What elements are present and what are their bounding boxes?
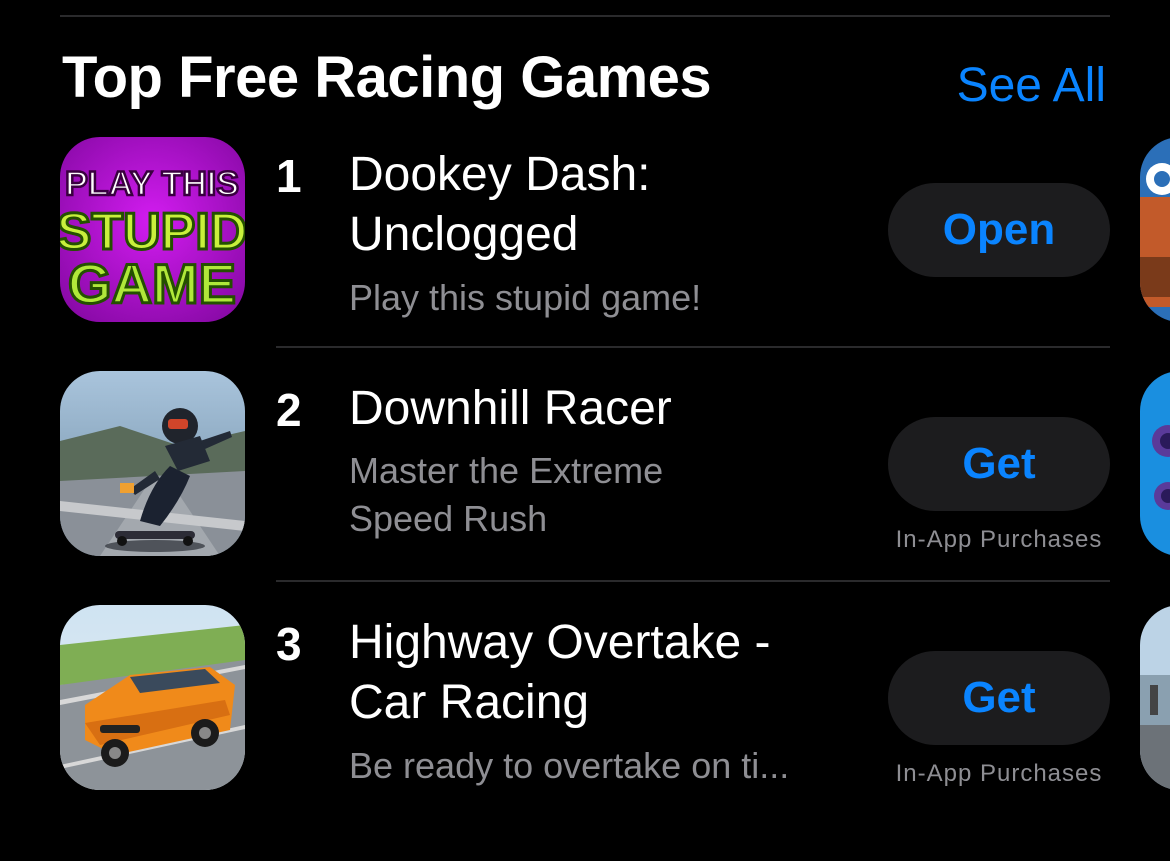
top-divider: [60, 15, 1110, 17]
rank-number: 2: [276, 384, 302, 436]
app-subtitle: Play this stupid game!: [349, 277, 702, 318]
row-divider: [276, 580, 1110, 582]
downhill-racer-app-icon[interactable]: [60, 371, 245, 556]
app-subtitle: Master the Extreme Speed Rush: [349, 450, 664, 539]
open-button[interactable]: Open: [888, 183, 1110, 277]
dookey-dash-app-icon[interactable]: PLAY THIS STUPID GAME: [60, 137, 245, 322]
get-button[interactable]: Get: [888, 417, 1110, 511]
icon-line-1: PLAY THIS: [65, 165, 239, 203]
see-all-link[interactable]: See All: [957, 58, 1106, 113]
section-title: Top Free Racing Games: [62, 45, 712, 110]
app-name: Dookey Dash: Unclogged: [349, 148, 651, 261]
app-row-3[interactable]: 3 Highway Overtake - Car Racing Be ready…: [0, 605, 1170, 839]
in-app-purchases-label: In-App Purchases: [895, 526, 1103, 553]
next-column-app-icon[interactable]: [1140, 605, 1170, 790]
row-divider: [276, 346, 1110, 348]
icon-line-3: GAME: [68, 252, 236, 315]
rank-number: 3: [276, 618, 302, 670]
in-app-purchases-label: In-App Purchases: [895, 760, 1103, 787]
highway-overtake-app-icon[interactable]: [60, 605, 245, 790]
app-name: Downhill Racer: [349, 382, 672, 435]
rank-number: 1: [276, 150, 302, 202]
next-column-app-icon[interactable]: [1140, 371, 1170, 556]
next-column-app-icon[interactable]: [1140, 137, 1170, 322]
app-row-2[interactable]: 2 Downhill Racer Master the Extreme Spee…: [0, 371, 1170, 605]
app-subtitle: Be ready to overtake on ti...: [349, 745, 790, 786]
app-name: Highway Overtake - Car Racing: [349, 616, 771, 729]
get-button[interactable]: Get: [888, 651, 1110, 745]
app-row-1[interactable]: PLAY THIS STUPID GAME 1 Dookey Dash: Unc…: [0, 137, 1170, 371]
